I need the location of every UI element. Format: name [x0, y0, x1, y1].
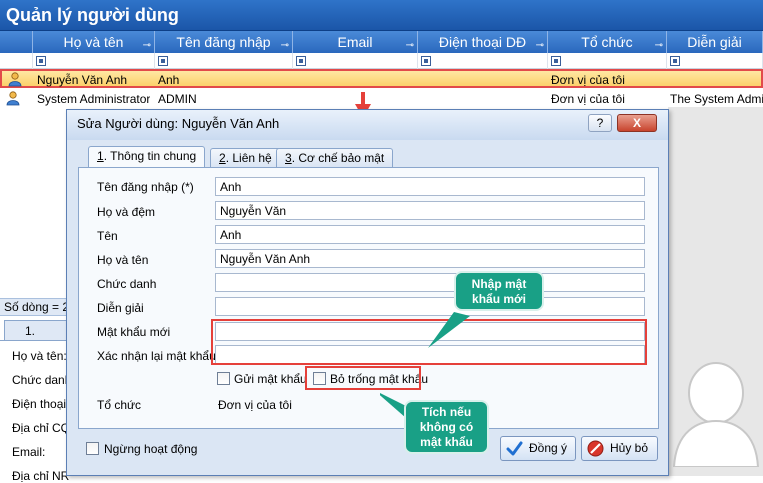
window-title: Quản lý người dùng: [0, 0, 763, 31]
tab-key: 2: [219, 151, 226, 165]
callout-line: Nhập mật: [471, 277, 527, 291]
label-ten: Tên: [97, 229, 118, 243]
column-label: Email: [337, 34, 373, 50]
user-icon: [6, 91, 20, 106]
tab-label: . Liên hệ: [225, 151, 272, 165]
column-email[interactable]: Email ⊸: [293, 31, 418, 53]
column-to-chuc[interactable]: Tổ chức ⊸: [548, 31, 667, 53]
column-label: Họ và tên: [63, 34, 124, 50]
column-dien-thoai[interactable]: Điện thoại DĐ ⊸: [418, 31, 548, 53]
cell-to-chuc: Đơn vị của tôi: [551, 73, 625, 87]
detail-label: Địa chỉ CQ: [12, 421, 71, 435]
callout-new-password: Nhập mật khẩu mới: [454, 271, 544, 311]
column-label: Tổ chức: [581, 34, 633, 50]
detail-tab[interactable]: 1. Thông: [4, 320, 70, 358]
column-dien-giai[interactable]: Diễn giải: [667, 31, 763, 53]
grid-header: Họ và tên ⊸ Tên đăng nhập ⊸ Email ⊸ Điện th…: [0, 31, 763, 53]
avatar-placeholder-icon: [672, 362, 760, 467]
organization-value: Đơn vị của tôi: [218, 398, 292, 412]
label-dien-giai: Diễn giải: [97, 301, 144, 315]
detail-label: Email:: [12, 445, 46, 459]
label-chuc-danh: Chức danh: [97, 277, 157, 291]
callout-line: mật khẩu: [420, 435, 473, 449]
header-corner: [0, 31, 33, 53]
username-input[interactable]: [215, 177, 645, 196]
filter-icon[interactable]: [296, 56, 306, 66]
detail-panel: Họ và tên: Chức danh: Điện thoại C Địa c…: [0, 340, 78, 483]
table-row[interactable]: System Administrator ADMIN Đơn vị của tô…: [0, 90, 763, 109]
detail-label: Họ và tên:: [12, 349, 67, 363]
tab-thong-tin-chung[interactable]: 1. Thông tin chung: [88, 146, 206, 168]
help-button[interactable]: ?: [588, 114, 612, 132]
tab-lien-he[interactable]: 2. Liên hệ: [210, 148, 281, 168]
full-name-input[interactable]: [215, 249, 645, 268]
label-xac-nhan-mat-khau: Xác nhận lại mật khẩu: [97, 349, 216, 363]
table-row[interactable]: Nguyễn Văn Anh Anh Đơn vị của tôi: [0, 69, 763, 88]
column-ten-dang-nhap[interactable]: Tên đăng nhập ⊸: [155, 31, 293, 53]
inactive-checkbox[interactable]: [86, 442, 99, 455]
send-password-label: Gửi mật khẩu: [234, 372, 307, 386]
inactive-label: Ngừng hoạt động: [104, 442, 198, 456]
tab-key: 3: [285, 151, 292, 165]
close-button[interactable]: X: [617, 114, 657, 132]
filter-icon[interactable]: [158, 56, 168, 66]
column-label: Diễn giải: [687, 34, 742, 50]
detail-label: Địa chỉ NR: [12, 469, 70, 483]
cell-dien-giai: The System Admin: [670, 92, 763, 106]
filter-icon[interactable]: [36, 56, 46, 66]
cell-ten-dang-nhap: Anh: [158, 73, 180, 87]
label-ho-va-dem: Họ và đệm: [97, 205, 156, 219]
send-password-checkbox[interactable]: [217, 372, 230, 385]
filter-row: [0, 53, 763, 69]
column-label: Điện thoại DĐ: [438, 34, 527, 50]
callout-line: Tích nếu: [421, 405, 472, 419]
middle-name-input[interactable]: [215, 201, 645, 220]
callout-line: khẩu mới: [472, 292, 526, 306]
cell-ho-ten: Nguyễn Văn Anh: [37, 73, 128, 87]
cell-to-chuc: Đơn vị của tôi: [551, 92, 625, 106]
column-ho-ten[interactable]: Họ và tên ⊸: [33, 31, 155, 53]
label-ho-va-ten: Họ và tên: [97, 253, 149, 267]
user-icon: [8, 72, 22, 87]
dialog-title: Sửa Người dùng: Nguyễn Văn Anh: [67, 110, 668, 140]
label-ten-dang-nhap: Tên đăng nhập (*): [97, 180, 194, 194]
callout-line: không có: [419, 420, 474, 434]
cell-ten-dang-nhap: ADMIN: [158, 92, 197, 106]
row-count: Số dòng = 2: [0, 298, 70, 316]
label-to-chuc: Tổ chức: [97, 398, 142, 412]
filter-icon[interactable]: [421, 56, 431, 66]
label-mat-khau-moi: Mật khẩu mới: [97, 325, 171, 339]
tab-key: 1: [97, 149, 104, 163]
tab-label: . Cơ chế bảo mật: [291, 151, 385, 165]
column-label: Tên đăng nhập: [176, 34, 271, 50]
first-name-input[interactable]: [215, 225, 645, 244]
filter-icon[interactable]: [670, 56, 680, 66]
tab-co-che-bao-mat[interactable]: 3. Cơ chế bảo mật: [276, 148, 394, 168]
tab-label: . Thông tin chung: [103, 149, 197, 163]
callout-blank-password: Tích nếu không có mật khẩu: [404, 400, 489, 454]
cell-ho-ten: System Administrator: [37, 92, 151, 106]
filter-icon[interactable]: [551, 56, 561, 66]
